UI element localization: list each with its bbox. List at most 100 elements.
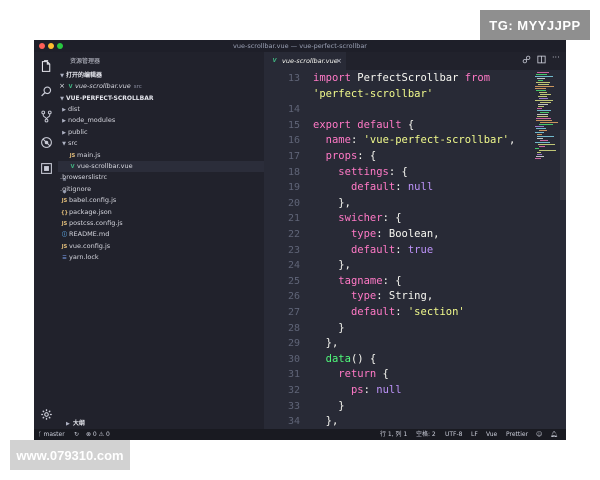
project-section[interactable]: ▼ VUE-PERFECT-SCROLLBAR [58, 93, 264, 104]
line-number: 14 [287, 104, 300, 116]
code-line: default: 'section' [313, 305, 465, 321]
open-changes-icon[interactable] [522, 55, 531, 66]
minimap-line [537, 72, 549, 73]
line-number: 30 [287, 353, 300, 365]
file-item[interactable]: Vvue-scrollbar.vue [58, 161, 274, 172]
file-item[interactable]: JS babel.config.js [58, 195, 266, 206]
code-token: PerfectScrollbar [357, 72, 459, 84]
activity-bar [34, 52, 58, 429]
minimap-line [539, 130, 547, 131]
scrollbar-thumb[interactable] [560, 130, 566, 200]
js-file-icon: JS [61, 198, 68, 205]
file-item[interactable]: JS vue.config.js [58, 241, 266, 252]
code-line: 'perfect-scrollbar' [313, 87, 433, 103]
minimap-line [535, 142, 550, 143]
problems-indicator[interactable]: ⊗ 0 ⚠ 0 [86, 429, 110, 440]
code-token: return [338, 368, 377, 381]
search-icon[interactable] [34, 81, 58, 101]
minimap-line [539, 146, 545, 147]
code-line: }, [313, 414, 339, 429]
code-token: null [407, 181, 434, 194]
code-line: export default { [313, 118, 414, 134]
file-item[interactable]: ≡ .browserslistrc [58, 172, 266, 183]
code-line: name: 'vue-perfect-scrollbar', [313, 133, 516, 149]
split-editor-icon[interactable] [537, 55, 546, 66]
code-line: data() { [313, 352, 377, 368]
code-token: String [388, 290, 427, 303]
file-item[interactable]: JS postcss.config.js [58, 218, 266, 229]
vue-file-icon: V [68, 84, 73, 90]
encoding-indicator[interactable]: UTF-8 [445, 429, 463, 440]
code-token: : { [382, 274, 402, 287]
minimap-line [537, 136, 554, 137]
files-icon[interactable] [34, 56, 58, 76]
folder-item-src[interactable]: ▼ src [58, 138, 266, 149]
minimap-line [537, 116, 548, 117]
minimap-line [537, 134, 542, 135]
window-title: vue-scrollbar.vue — vue-perfect-scrollba… [233, 42, 367, 50]
extensions-icon[interactable] [34, 158, 58, 178]
debug-icon[interactable] [34, 132, 58, 152]
close-icon[interactable]: × [58, 81, 66, 92]
minimap-line [539, 98, 548, 99]
open-editor-item[interactable]: × Vvue-scrollbar.vue src [58, 81, 264, 92]
file-item[interactable]: ◆ .gitignore [58, 184, 266, 195]
code-editor[interactable]: 13 14 15 16 17 18 19 20 21 22 23 24 25 26 27 28 29 30 31 32… [264, 70, 566, 429]
line-number: 21 [287, 213, 300, 225]
tree-item-label: babel.config.js [69, 196, 117, 205]
file-item[interactable]: {}package.json [58, 207, 266, 218]
open-editors-section[interactable]: ▼ 打开的编辑器 [58, 70, 264, 81]
minimap-line [540, 94, 551, 95]
code-token: export [313, 118, 351, 131]
close-tab-icon[interactable]: × [336, 52, 342, 70]
folder-item-public[interactable]: ▶ public [58, 127, 266, 138]
minimap-line [535, 76, 553, 77]
branch-indicator[interactable]: ᚴ master [38, 429, 65, 440]
code-token: 'perfect-scrollbar' [313, 87, 434, 100]
minimap-line [537, 78, 545, 79]
feedback-icon[interactable]: ☺ [536, 429, 542, 440]
code-token: : [376, 228, 389, 240]
code-token: , [433, 228, 440, 240]
language-mode[interactable]: Vue [486, 429, 497, 440]
line-number: 20 [287, 197, 300, 209]
indentation-indicator[interactable]: 空格: 2 [416, 429, 436, 440]
code-token: : { [388, 165, 408, 178]
code-token: import [313, 72, 351, 84]
sync-icon[interactable]: ↻ [74, 429, 79, 440]
file-item[interactable]: ☰ yarn.lock [58, 252, 266, 263]
file-item[interactable]: JS main.js [58, 150, 274, 161]
minimap-line [535, 148, 539, 149]
code-line: }, [313, 336, 339, 352]
tree-item-label: src [68, 139, 78, 148]
code-token: default [357, 118, 402, 131]
code-line: import PerfectScrollbar from [313, 71, 490, 87]
eol-indicator[interactable]: LF [471, 429, 478, 440]
minimap-line [537, 152, 541, 153]
minimap-line [538, 80, 543, 81]
settings-gear-icon[interactable] [34, 404, 58, 424]
notifications-bell-icon[interactable]: 🔔︎ [550, 429, 558, 440]
file-item[interactable]: ⓘ README.md [58, 229, 266, 240]
minimap-line [536, 156, 544, 157]
minimap-line [537, 114, 548, 115]
tab-vue-scrollbar[interactable]: V vue-scrollbar.vue × [264, 52, 346, 70]
folder-item-node-modules[interactable]: ▶ node_modules [58, 115, 266, 126]
line-number: 25 [287, 275, 300, 287]
code-area[interactable]: import PerfectScrollbar from'perfect-scr… [313, 70, 543, 429]
folder-item-dist[interactable]: ▶ dist [58, 104, 266, 115]
more-actions-icon[interactable]: ··· [552, 53, 560, 62]
cursor-position[interactable]: 行 1, 列 1 [380, 429, 407, 440]
json-file-icon: {} [60, 209, 69, 216]
outline-section[interactable]: ▶ 大纲 [66, 418, 85, 427]
tree-item-label: yarn.lock [69, 253, 99, 262]
source-control-icon[interactable] [34, 106, 58, 126]
prettier-indicator[interactable]: Prettier [506, 429, 528, 440]
line-number: 26 [287, 291, 300, 303]
code-token: default [350, 243, 396, 256]
